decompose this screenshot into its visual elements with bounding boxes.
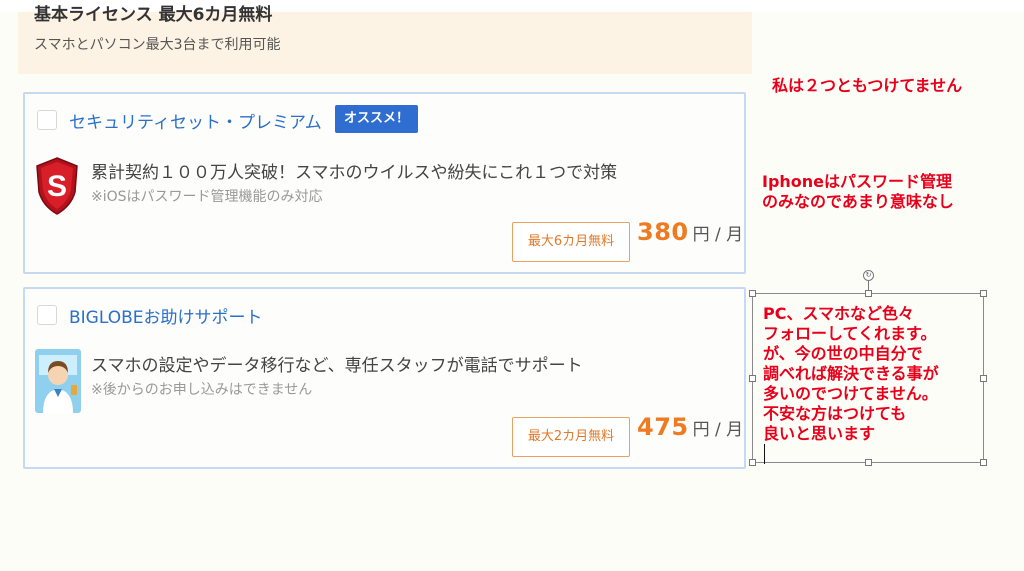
rotate-handle[interactable]: ↻: [863, 270, 874, 281]
resize-handle-se[interactable]: [980, 459, 987, 466]
resize-handle-ne[interactable]: [980, 290, 987, 297]
textbox-line: 調べれば解決できる事が: [763, 364, 939, 383]
page-canvas: 基本ライセンス 最大6カ月無料 スマホとパソコン最大3台まで利用可能 セキュリテ…: [0, 5, 1024, 571]
price-value: 475: [637, 413, 689, 441]
selected-text-box[interactable]: ↻ PC、スマホなど色々 フォローしてくれます。 が、今の世の中自分で 調べれば…: [749, 270, 987, 466]
option-price: 380 円 / 月: [637, 218, 743, 246]
shield-s-icon: S: [36, 157, 78, 215]
option-title: BIGLOBEお助けサポート: [69, 308, 263, 328]
option-checkbox-support[interactable]: [37, 305, 57, 325]
resize-handle-sw[interactable]: [749, 459, 756, 466]
textbox-line: フォローしてくれます。: [763, 324, 937, 343]
option-note: ※後からのお申し込みはできません: [91, 382, 313, 398]
text-cursor: [764, 444, 765, 464]
textbox-line: 不安な方はつけても: [763, 404, 907, 423]
annotation-line: のみなのであまり意味なし: [762, 192, 954, 211]
price-value: 380: [637, 218, 689, 246]
resize-handle-e[interactable]: [980, 375, 987, 382]
option-card-support[interactable]: BIGLOBEお助けサポート スマホの設定やデータ移行など、専任スタッフが電話で…: [23, 287, 746, 469]
resize-handle-w[interactable]: [749, 375, 756, 382]
banner-subtitle: スマホとパソコン最大3台まで利用可能: [34, 37, 281, 53]
free-period-tag: 最大6カ月無料: [512, 222, 630, 262]
recommended-badge: オススメ！: [335, 105, 419, 133]
price-unit: 円 / 月: [692, 420, 744, 440]
option-checkbox-security-premium[interactable]: [37, 110, 57, 130]
banner-title: 基本ライセンス 最大6カ月無料: [34, 5, 273, 25]
free-period-tag: 最大2カ月無料: [512, 417, 630, 457]
annotation-none-attached: 私は２つともつけてません: [772, 76, 963, 95]
option-title: セキュリティセット・プレミアム: [69, 113, 322, 133]
price-unit: 円 / 月: [692, 225, 744, 245]
textbox-line: PC、スマホなど色々: [763, 304, 914, 323]
option-note: ※iOSはパスワード管理機能のみ対応: [91, 189, 323, 205]
textbox-content[interactable]: PC、スマホなど色々 フォローしてくれます。 が、今の世の中自分で 調べれば解決…: [763, 304, 939, 464]
resize-handle-n[interactable]: [865, 290, 872, 297]
support-operator-icon: [35, 349, 81, 413]
option-description: スマホの設定やデータ移行など、専任スタッフが電話でサポート: [91, 356, 583, 376]
textbox-line: が、今の世の中自分で: [763, 344, 923, 363]
basic-license-banner: 基本ライセンス 最大6カ月無料 スマホとパソコン最大3台まで利用可能: [18, 5, 752, 74]
annotation-line: Iphoneはパスワード管理: [762, 172, 953, 191]
resize-handle-nw[interactable]: [749, 290, 756, 297]
textbox-last-line: 良いと思います: [763, 424, 939, 464]
option-card-security-premium[interactable]: セキュリティセット・プレミアム オススメ！ S 累計契約１００万人突破！スマホの…: [23, 92, 746, 274]
option-description: 累計契約１００万人突破！スマホのウイルスや紛失にこれ１つで対策: [91, 163, 618, 183]
annotation-iphone-note: Iphoneはパスワード管理 のみなのであまり意味なし: [762, 172, 954, 212]
textbox-line: 良いと思います: [763, 424, 876, 443]
svg-text:S: S: [47, 170, 67, 203]
textbox-line: 多いのでつけてません。: [763, 384, 938, 403]
option-price: 475 円 / 月: [637, 413, 743, 441]
